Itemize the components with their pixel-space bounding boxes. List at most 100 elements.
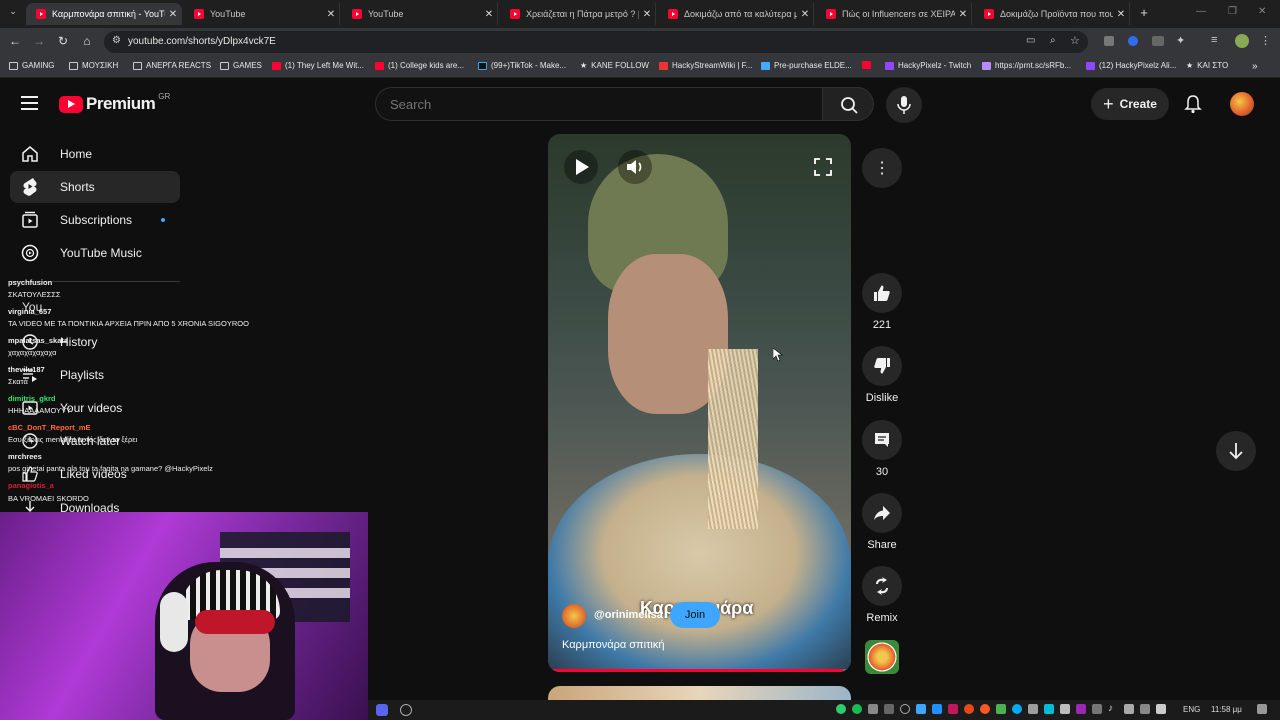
close-window-icon[interactable]: ✕: [1258, 6, 1266, 17]
bookmark-link[interactable]: (1) They Left Me Wit...: [272, 61, 364, 70]
close-tab-icon[interactable]: ✕: [955, 9, 971, 20]
back-icon[interactable]: ←: [7, 34, 23, 48]
more-options-button[interactable]: ⋮: [862, 148, 902, 188]
close-tab-icon[interactable]: ✕: [639, 9, 655, 20]
app-icon[interactable]: [400, 704, 412, 716]
browser-tab[interactable]: YouTube ✕: [184, 3, 340, 25]
site-info-icon[interactable]: ⚙: [112, 35, 121, 46]
clock[interactable]: 11:58 μμ: [1211, 705, 1242, 714]
spotify-icon[interactable]: [852, 704, 862, 714]
browser-tab[interactable]: Δοκιμάζω Προϊόντα που πουλ ✕: [974, 3, 1130, 25]
browser-tab[interactable]: Πώς οι Influencers σε ΧΕΙΡΑΓΩ ✕: [816, 3, 972, 25]
comments-action[interactable]: 30: [862, 420, 902, 478]
next-short-button[interactable]: [1216, 431, 1256, 471]
minimize-window-icon[interactable]: —: [1196, 6, 1206, 17]
profile-avatar-icon[interactable]: [1235, 34, 1249, 48]
remix-action[interactable]: Remix: [862, 566, 902, 624]
bookmark-link[interactable]: (1) College kids are...: [375, 61, 464, 70]
reload-icon[interactable]: ↻: [55, 34, 71, 48]
tray-icon[interactable]: [916, 704, 926, 714]
menu-hamburger-icon[interactable]: [21, 96, 38, 110]
tray-icon[interactable]: [1092, 704, 1102, 714]
close-tab-icon[interactable]: ✕: [165, 9, 181, 20]
home-icon[interactable]: ⌂: [79, 34, 95, 48]
tab-search-icon[interactable]: ⌄: [6, 6, 20, 20]
tray-icon[interactable]: [948, 704, 958, 714]
bookmark-folder[interactable]: GAMING: [9, 61, 54, 70]
close-tab-icon[interactable]: ✕: [481, 9, 497, 20]
voice-search-button[interactable]: [886, 87, 922, 123]
tray-icon[interactable]: [884, 704, 894, 714]
extensions-puzzle-icon[interactable]: ✦: [1176, 34, 1185, 47]
fullscreen-button[interactable]: [806, 150, 840, 184]
share-action[interactable]: Share: [862, 493, 902, 551]
bookmark-link[interactable]: ★ KANE FOLLOW: [580, 61, 649, 70]
sidebar-item-playlists[interactable]: Playlists: [10, 359, 180, 391]
channel-avatar[interactable]: [562, 604, 586, 628]
sidebar-item-youtube-music[interactable]: YouTube Music: [10, 237, 180, 269]
media-control-icon[interactable]: ≡: [1211, 34, 1217, 46]
sidebar-item-subscriptions[interactable]: Subscriptions: [10, 204, 180, 236]
bookmark-folder[interactable]: GAMES: [220, 61, 262, 70]
account-avatar[interactable]: [1230, 92, 1254, 116]
more-bookmarks-icon[interactable]: »: [1252, 61, 1258, 72]
tray-icon[interactable]: [932, 704, 942, 714]
join-button[interactable]: Join: [670, 602, 720, 628]
cast-icon[interactable]: ▭: [1026, 35, 1035, 46]
extension-icon[interactable]: [1152, 36, 1164, 46]
network-icon[interactable]: [1156, 704, 1166, 714]
close-tab-icon[interactable]: ✕: [1113, 9, 1129, 20]
tray-icon[interactable]: [836, 704, 846, 714]
browser-menu-icon[interactable]: ⋮: [1260, 34, 1271, 47]
tray-icon[interactable]: [1044, 704, 1054, 714]
address-bar[interactable]: ⚙ youtube.com/shorts/yDlpx4vck7E ▭ ⌕ ☆: [104, 31, 1088, 53]
bookmark-link[interactable]: (12) HackyPixelz Ali...: [1086, 61, 1176, 70]
new-tab-button[interactable]: +: [1136, 6, 1152, 22]
tray-icon[interactable]: [868, 704, 878, 714]
tray-icon[interactable]: [1076, 704, 1086, 714]
bookmark-link[interactable]: https://prnt.sc/sRFb...: [982, 61, 1071, 70]
sidebar-item-shorts[interactable]: Shorts: [10, 171, 180, 203]
language-indicator[interactable]: ENG: [1183, 705, 1200, 714]
bookmark-link[interactable]: [862, 61, 875, 69]
bookmark-link[interactable]: HackyPixelz - Twitch: [885, 61, 971, 70]
next-short-preview[interactable]: [548, 686, 851, 700]
search-button[interactable]: [822, 87, 874, 121]
play-button[interactable]: [564, 150, 598, 184]
audio-track-thumbnail[interactable]: [865, 640, 899, 674]
bookmark-folder[interactable]: ΜΟΥΣΙΚΗ: [69, 61, 118, 70]
dislike-button[interactable]: [862, 346, 902, 386]
bookmark-folder[interactable]: ΑΝΕΡΓΑ REACTS: [133, 61, 211, 70]
tray-icon[interactable]: [1124, 704, 1134, 714]
bookmark-link[interactable]: Pre-purchase ELDE...: [761, 61, 852, 70]
dislike-action[interactable]: Dislike: [862, 346, 902, 404]
forward-icon[interactable]: →: [31, 34, 47, 48]
tray-icon[interactable]: [900, 704, 910, 714]
maximize-window-icon[interactable]: ❐: [1228, 6, 1237, 17]
notifications-bell-icon[interactable]: [1184, 94, 1202, 119]
tray-icon[interactable]: [996, 704, 1006, 714]
extension-icon[interactable]: [1128, 36, 1138, 46]
browser-tab[interactable]: YouTube ✕: [342, 3, 498, 25]
mute-button[interactable]: [618, 150, 652, 184]
close-tab-icon[interactable]: ✕: [323, 9, 339, 20]
search-input[interactable]: [375, 87, 823, 121]
bookmark-link[interactable]: ★ ΚΑΙ ΣΤΟ: [1186, 61, 1228, 70]
create-button[interactable]: + Create: [1091, 88, 1169, 120]
comments-button[interactable]: [862, 420, 902, 460]
remix-button[interactable]: [862, 566, 902, 606]
close-tab-icon[interactable]: ✕: [797, 9, 813, 20]
tray-icon[interactable]: [964, 704, 974, 714]
tray-icon[interactable]: [1012, 704, 1022, 714]
tray-icon[interactable]: [1028, 704, 1038, 714]
extension-icon[interactable]: [1104, 36, 1114, 46]
channel-handle[interactable]: @orinimelisa: [594, 609, 663, 621]
tray-icon[interactable]: [980, 704, 990, 714]
youtube-premium-logo[interactable]: Premium GR: [59, 92, 170, 114]
zoom-icon[interactable]: ⌕: [1050, 35, 1056, 46]
tray-icon[interactable]: [1140, 704, 1150, 714]
browser-tab[interactable]: Δοκιμάζω από τα καλύτερα μ ✕: [658, 3, 814, 25]
short-video-player[interactable]: Καρμπονάρα @orinimelisa Join Καρμπονάρα …: [548, 134, 851, 672]
bookmark-star-icon[interactable]: ☆: [1070, 34, 1080, 47]
speaker-icon[interactable]: ♪: [1108, 703, 1113, 714]
